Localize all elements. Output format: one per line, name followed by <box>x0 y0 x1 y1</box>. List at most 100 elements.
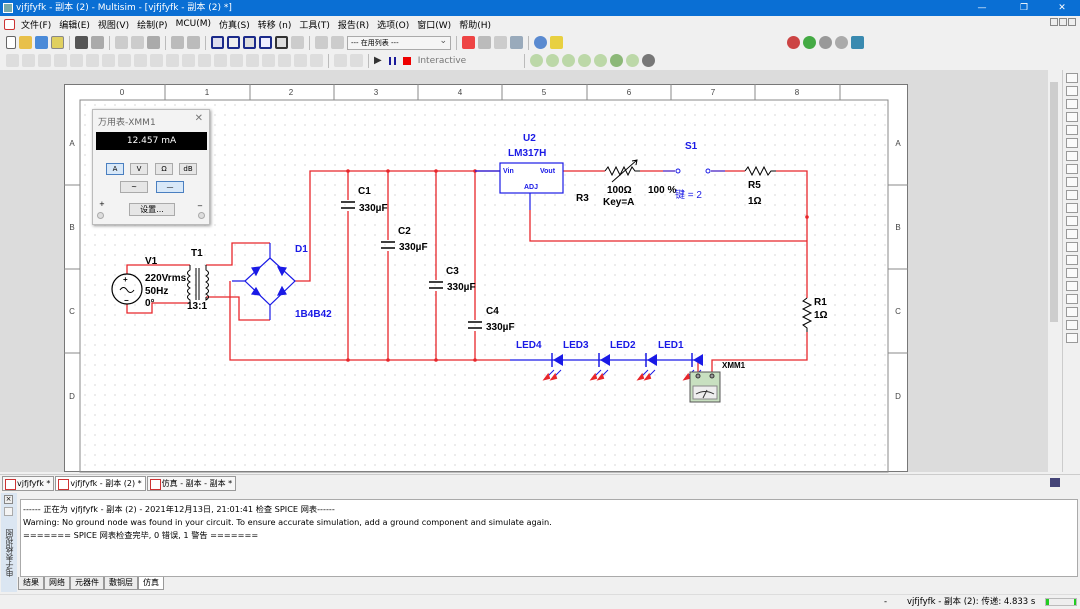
agilent-generator-icon[interactable] <box>1065 255 1078 265</box>
forward-annotate-icon[interactable] <box>494 36 507 49</box>
zoom-area-icon[interactable] <box>819 36 832 49</box>
save-icon[interactable] <box>51 36 64 49</box>
component-wizard-icon[interactable] <box>315 36 328 49</box>
place-diode-icon[interactable] <box>38 54 51 67</box>
place-bus-icon[interactable] <box>310 54 323 67</box>
iv-analyzer-icon[interactable] <box>1065 203 1078 213</box>
mdi-close-button[interactable] <box>1068 18 1076 26</box>
spreadsheet-view-icon[interactable] <box>227 36 240 49</box>
menu-file[interactable]: 文件(F) <box>17 18 55 31</box>
probe-power-icon[interactable] <box>562 54 576 67</box>
run-simulation-button[interactable]: ▶ <box>374 55 382 66</box>
probe-digital-icon[interactable] <box>626 54 640 67</box>
transfer-icon[interactable] <box>510 36 523 49</box>
voltmeter-mode-button[interactable]: V <box>130 163 148 175</box>
mdi-restore-button[interactable] <box>1059 18 1067 26</box>
wattmeter-icon[interactable] <box>1065 99 1078 109</box>
place-transistor-icon[interactable] <box>54 54 67 67</box>
place-hierarchical-icon[interactable] <box>294 54 307 67</box>
place-rf-icon[interactable] <box>230 54 243 67</box>
current-probe-icon[interactable] <box>1065 333 1078 343</box>
undo-icon[interactable] <box>171 36 184 49</box>
tab-copper-layers[interactable]: 敷铜层 <box>104 577 138 590</box>
menu-simulate[interactable]: 仿真(S) <box>215 18 254 31</box>
tab-vjfjfyfk-copy-2[interactable]: vjfjfyfk - 副本 (2) * <box>55 476 146 491</box>
place-misc-icon[interactable] <box>198 54 211 67</box>
agilent-oscilloscope-icon[interactable] <box>1065 281 1078 291</box>
multimeter-close-button[interactable]: ✕ <box>195 113 203 124</box>
menu-options[interactable]: 选项(O) <box>373 18 413 31</box>
place-power-icon[interactable] <box>182 54 195 67</box>
logic-analyzer-icon[interactable] <box>1065 190 1078 200</box>
minimize-button[interactable]: — <box>968 0 996 16</box>
new-file-icon[interactable] <box>6 36 16 49</box>
multimeter-icon[interactable] <box>1065 73 1078 83</box>
panel-toggle-icon[interactable] <box>1050 478 1060 487</box>
erc-icon[interactable] <box>462 36 475 49</box>
scrollbar-thumb[interactable] <box>1050 82 1058 322</box>
labview-instrument-icon[interactable] <box>1065 307 1078 317</box>
menu-window[interactable]: 窗口(W) <box>413 18 455 31</box>
probe-reference-icon[interactable] <box>610 54 624 67</box>
probe-voltage-icon[interactable] <box>530 54 544 67</box>
tab-vjfjfyfk[interactable]: vjfjfyfk * <box>2 476 55 491</box>
ammeter-mode-button[interactable]: A <box>106 163 124 175</box>
place-source-icon[interactable] <box>6 54 19 67</box>
parent-sheet-icon[interactable] <box>291 36 304 49</box>
positive-terminal[interactable] <box>97 212 104 219</box>
place-indicator-icon[interactable] <box>166 54 179 67</box>
close-panel-icon[interactable]: × <box>4 495 13 504</box>
stop-simulation-button[interactable] <box>402 56 411 65</box>
step-icon[interactable] <box>350 54 363 67</box>
word-generator-icon[interactable] <box>1065 164 1078 174</box>
place-electromechanical-icon[interactable] <box>246 54 259 67</box>
help-icon[interactable] <box>550 36 563 49</box>
tab-simulation[interactable]: 仿真 <box>138 577 164 590</box>
menu-reports[interactable]: 报告(R) <box>334 18 373 31</box>
logic-converter-icon[interactable] <box>1065 177 1078 187</box>
oscilloscope-icon[interactable] <box>1065 112 1078 122</box>
probe-settings-icon[interactable] <box>642 54 656 67</box>
menu-tools[interactable]: 工具(T) <box>295 18 334 31</box>
close-button[interactable]: ✕ <box>1048 0 1076 16</box>
place-connector-icon[interactable] <box>278 54 291 67</box>
maximize-button[interactable]: ❐ <box>1010 0 1038 16</box>
place-analog-icon[interactable] <box>70 54 83 67</box>
spice-netlist-icon[interactable] <box>243 36 256 49</box>
tab-nets[interactable]: 网络 <box>44 577 70 590</box>
negative-terminal[interactable] <box>198 212 205 219</box>
place-basic-icon[interactable] <box>22 54 35 67</box>
zoom-to-sheet-icon[interactable] <box>787 36 800 49</box>
tab-components[interactable]: 元器件 <box>70 577 104 590</box>
postprocessor-icon[interactable] <box>275 36 288 49</box>
decibel-mode-button[interactable]: dB <box>179 163 197 175</box>
zoom-out-icon[interactable] <box>803 36 816 49</box>
probe-voltage-current-icon[interactable] <box>594 54 608 67</box>
place-misc-digital-icon[interactable] <box>134 54 147 67</box>
place-cmos-icon[interactable] <box>102 54 115 67</box>
menu-place[interactable]: 绘制(P) <box>133 18 171 31</box>
tab-results[interactable]: 结果 <box>18 577 44 590</box>
place-mcu-icon[interactable] <box>118 54 131 67</box>
pause-simulation-button[interactable] <box>388 56 396 65</box>
agilent-multimeter-icon[interactable] <box>1065 268 1078 278</box>
in-use-list-dropdown[interactable]: --- 在用列表 --- <box>347 35 451 50</box>
multimeter-window[interactable]: 万用表-XMM1 ✕ 12.457 mA A V Ω dB ~ — + − 设置… <box>92 109 210 225</box>
open-folder-icon[interactable] <box>19 36 32 49</box>
print-preview-icon[interactable] <box>91 36 104 49</box>
interactive-mode-button[interactable]: Interactive <box>418 56 466 66</box>
menu-help[interactable]: 帮助(H) <box>455 18 495 31</box>
cut-icon[interactable] <box>115 36 128 49</box>
ac-mode-button[interactable]: ~ <box>120 181 148 193</box>
database-manager-icon[interactable] <box>331 36 344 49</box>
place-ni-icon[interactable] <box>262 54 275 67</box>
ni-elvis-icon[interactable] <box>1065 320 1078 330</box>
probe-differential-voltage-icon[interactable] <box>578 54 592 67</box>
ohmmeter-mode-button[interactable]: Ω <box>155 163 173 175</box>
paste-icon[interactable] <box>147 36 160 49</box>
vertical-scrollbar[interactable] <box>1048 70 1060 472</box>
menu-mcu[interactable]: MCU(M) <box>172 19 215 29</box>
simulation-log[interactable]: ------ 正在为 vjfjfyfk - 副本 (2) - 2021年12月1… <box>20 499 1078 577</box>
mdi-minimize-button[interactable] <box>1050 18 1058 26</box>
grapher-icon[interactable] <box>259 36 272 49</box>
